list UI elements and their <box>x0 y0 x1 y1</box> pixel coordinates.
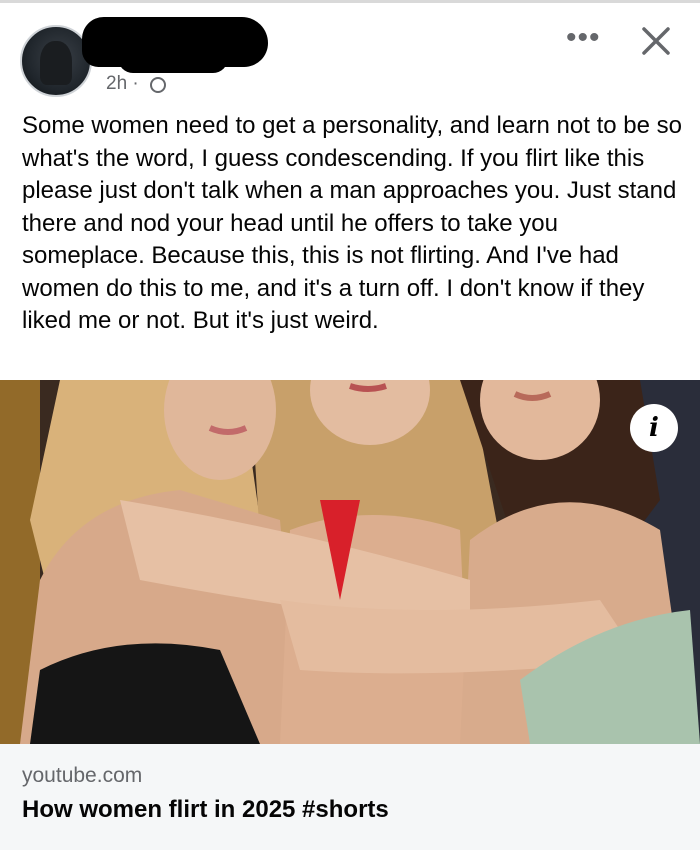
audience-globe-icon[interactable] <box>150 77 166 93</box>
post-header: 2h · ••• <box>0 3 700 103</box>
info-icon[interactable]: i <box>630 404 678 452</box>
link-domain: youtube.com <box>22 764 143 787</box>
link-title[interactable]: How women flirt in 2025 #shorts <box>22 796 389 824</box>
post-body-text: Some women need to get a personality, an… <box>22 112 682 334</box>
post-timestamp[interactable]: 2h · <box>106 73 139 95</box>
link-preview-card[interactable]: youtube.com How women flirt in 2025 #sho… <box>0 744 700 850</box>
avatar-figure <box>40 41 72 85</box>
close-icon[interactable] <box>636 21 676 61</box>
photo-of-three-women <box>0 380 700 744</box>
redacted-author-name-extra <box>118 43 228 73</box>
link-preview-image[interactable] <box>0 380 700 744</box>
more-options-icon[interactable]: ••• <box>566 23 601 53</box>
